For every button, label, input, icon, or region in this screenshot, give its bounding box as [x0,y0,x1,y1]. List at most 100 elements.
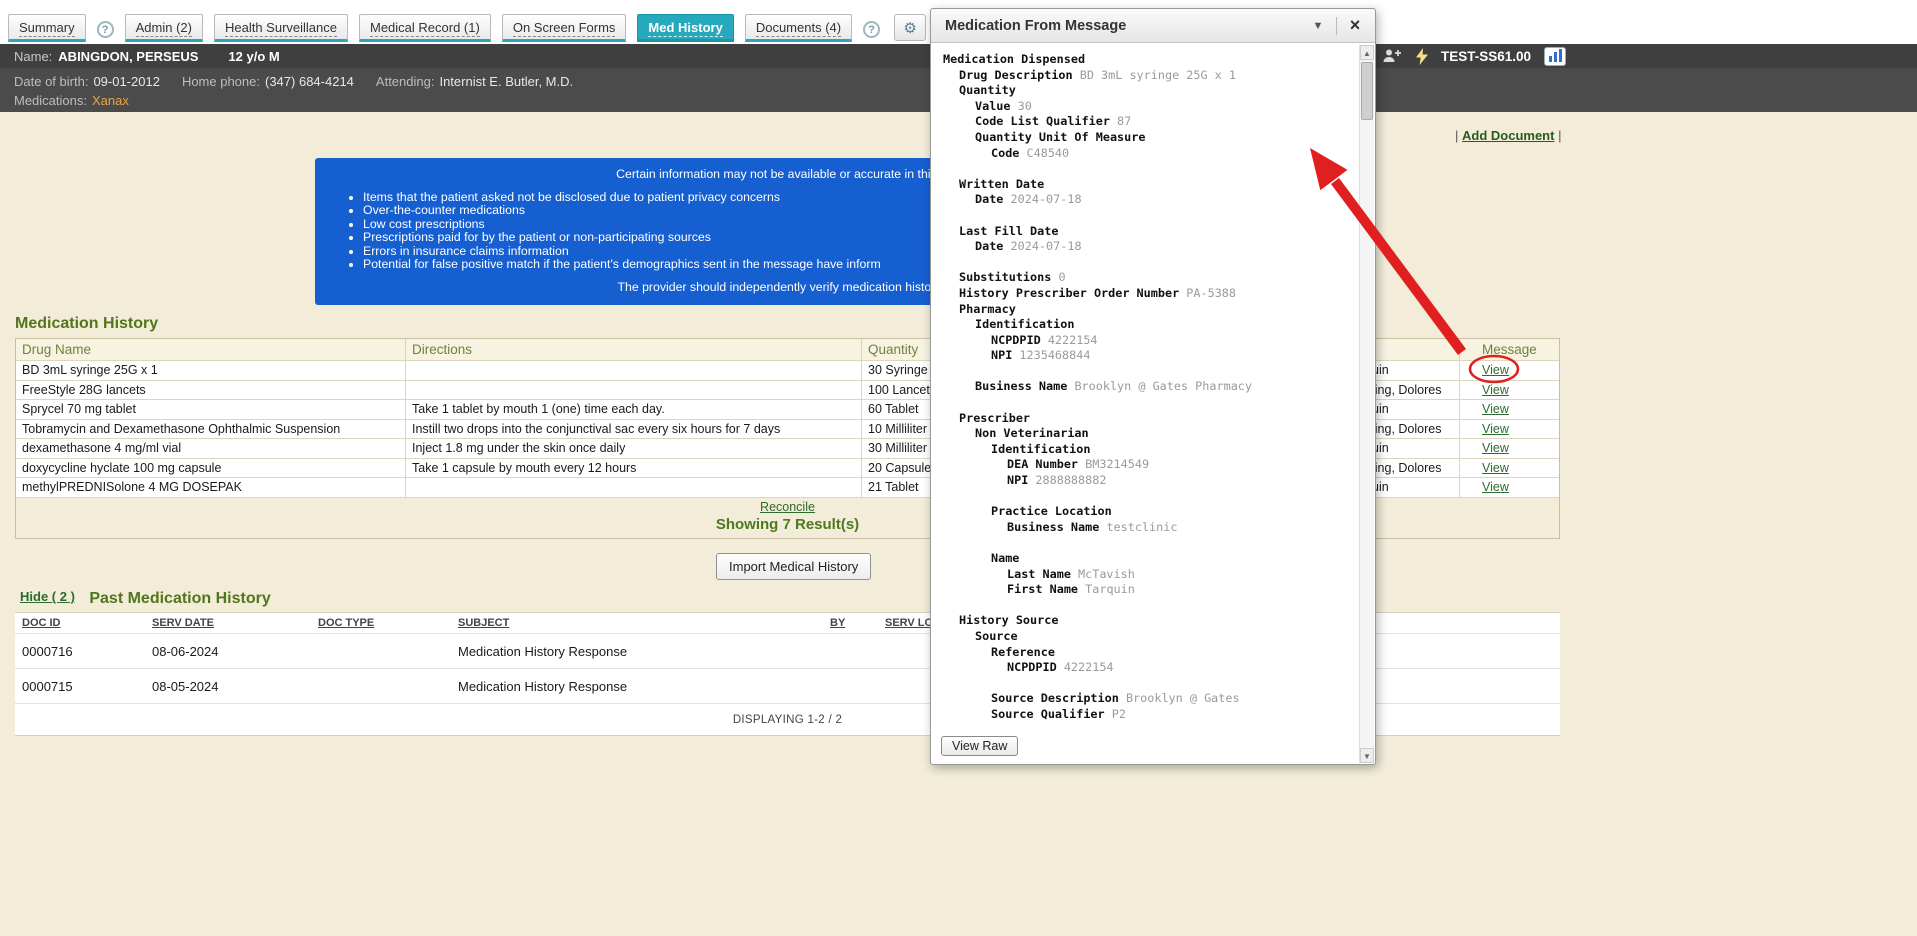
scrollbar-thumb[interactable] [1361,62,1373,120]
help-icon[interactable]: ? [97,21,114,38]
tab-documents-4[interactable]: Documents (4) [745,14,852,42]
modal-line: Value 30 [943,99,1355,115]
modal-line: Identification [943,317,1355,333]
cell-prescriber: ling, Dolores [1366,381,1460,401]
cell-drug-name: dexamethasone 4 mg/ml vial [16,439,406,459]
scroll-up-icon[interactable]: ▲ [1360,45,1374,60]
hide-link[interactable]: Hide ( 2 ) [20,589,75,604]
modal-line-label: Name [991,551,1019,565]
sort-link[interactable]: SERV DATE [152,617,214,629]
modal-line-label: Code List Qualifier [975,114,1110,128]
view-message-link[interactable]: View [1482,461,1509,475]
cell-drug-name: doxycycline hyclate 100 mg capsule [16,459,406,479]
modal-line-value: 4222154 [1041,333,1098,347]
modal-line: Quantity Unit Of Measure [943,130,1355,146]
modal-line: Medication Dispensed [943,52,1355,68]
modal-blank-line [943,598,1355,614]
modal-line: NPI 1235468844 [943,348,1355,364]
attending-value: Internist E. Butler, M.D. [439,74,573,89]
chart-icon[interactable] [1544,47,1566,66]
med-history-heading: Medication History [15,315,158,333]
cell-serv-date: 08-05-2024 [145,679,311,694]
modal-title: Medication From Message [945,18,1126,34]
column-header: Drug Name [16,339,406,361]
modal-blank-line [943,489,1355,505]
reconcile-link[interactable]: Reconcile [760,500,815,514]
view-message-link[interactable]: View [1482,383,1509,397]
view-raw-button[interactable]: View Raw [941,736,1018,756]
cell-drug-name: BD 3mL syringe 25G x 1 [16,361,406,381]
tab-med-history[interactable]: Med History [637,14,733,42]
column-header: BY [823,617,878,629]
cell-message: View [1460,459,1559,479]
lightning-icon[interactable] [1416,48,1428,65]
scroll-down-icon[interactable]: ▼ [1360,748,1374,763]
modal-line: Pharmacy [943,302,1355,318]
cell-message: View [1460,420,1559,440]
modal-line-value: BM3214549 [1078,457,1149,471]
tab-list: Summary? Admin (2) Health Surveillance Medi… [8,14,880,42]
modal-line-value: 0 [1051,270,1065,284]
modal-line: Business Name Brooklyn @ Gates Pharmacy [943,379,1355,395]
add-user-icon[interactable] [1382,48,1403,64]
modal-scrollbar[interactable]: ▲ ▼ [1359,45,1374,763]
modal-line-label: NCPDPID [991,333,1041,347]
modal-line: Source Qualifier P2 [943,707,1355,723]
cell-drug-name: methylPREDNISolone 4 MG DOSEPAK [16,478,406,498]
column-header: Directions [406,339,862,361]
modal-line: Last Fill Date [943,224,1355,240]
column-header: DOC TYPE [311,617,451,629]
modal-line-value: BD 3mL syringe 25G x 1 [1073,68,1236,82]
view-message-link[interactable]: View [1482,363,1509,377]
modal-lines: Medication DispensedDrug Description BD … [943,52,1355,723]
modal-line: Drug Description BD 3mL syringe 25G x 1 [943,68,1355,84]
modal-line-label: Source Qualifier [991,707,1105,721]
sort-link[interactable]: SERV LO [885,617,933,629]
view-message-link[interactable]: View [1482,441,1509,455]
modal-line: NPI 2888888882 [943,473,1355,489]
cell-doc-id: 0000716 [15,644,145,659]
modal-line-label: NCPDPID [1007,660,1057,674]
tab-on-screen-forms[interactable]: On Screen Forms [502,14,627,42]
tab-summary[interactable]: Summary [8,14,86,42]
sort-link[interactable]: BY [830,617,845,629]
modal-line-label: Reference [991,645,1055,659]
view-message-link[interactable]: View [1482,480,1509,494]
sort-link[interactable]: DOC ID [22,617,61,629]
modal-line-label: Quantity [959,83,1016,97]
dob-value: 09-01-2012 [93,74,160,89]
help-icon[interactable]: ? [863,21,880,38]
sort-link[interactable]: DOC TYPE [318,617,374,629]
import-medical-history-button[interactable]: Import Medical History [716,553,871,580]
cell-directions: Inject 1.8 mg under the skin once daily [406,439,862,459]
sort-link[interactable]: SUBJECT [458,617,509,629]
modal-close-button[interactable]: × [1341,13,1369,39]
cell-directions [406,478,862,498]
add-document-link[interactable]: Add Document [1462,128,1554,143]
cell-prescriber: uin [1366,400,1460,420]
modal-title-bar[interactable]: Medication From Message ▼ × [931,9,1375,43]
cell-message: View [1460,381,1559,401]
tab-health-surveillance[interactable]: Health Surveillance [214,14,348,42]
tab-label: Health Surveillance [225,20,337,37]
tab-admin-2[interactable]: Admin (2) [125,14,203,42]
medication-message-modal: Medication From Message ▼ × Medication D… [930,8,1376,765]
settings-gear-button[interactable]: ⚙ [894,14,926,41]
modal-line-label: Prescriber [959,411,1030,425]
modal-blank-line [943,161,1355,177]
modal-line: DEA Number BM3214549 [943,457,1355,473]
cell-message: View [1460,478,1559,498]
name-label: Name: [14,49,52,64]
modal-line: Name [943,551,1355,567]
view-message-link[interactable]: View [1482,402,1509,416]
tab-medical-record-1[interactable]: Medical Record (1) [359,14,491,42]
modal-dropdown-button[interactable]: ▼ [1304,13,1332,39]
medications-value[interactable]: Xanax [92,93,129,108]
view-message-link[interactable]: View [1482,422,1509,436]
modal-line-value: testclinic [1099,520,1177,534]
modal-line-value: C48540 [1019,146,1069,160]
modal-line-label: Date [975,192,1003,206]
patient-age-sex: 12 y/o M [228,49,279,64]
modal-line: Prescriber [943,411,1355,427]
cell-message: View [1460,400,1559,420]
